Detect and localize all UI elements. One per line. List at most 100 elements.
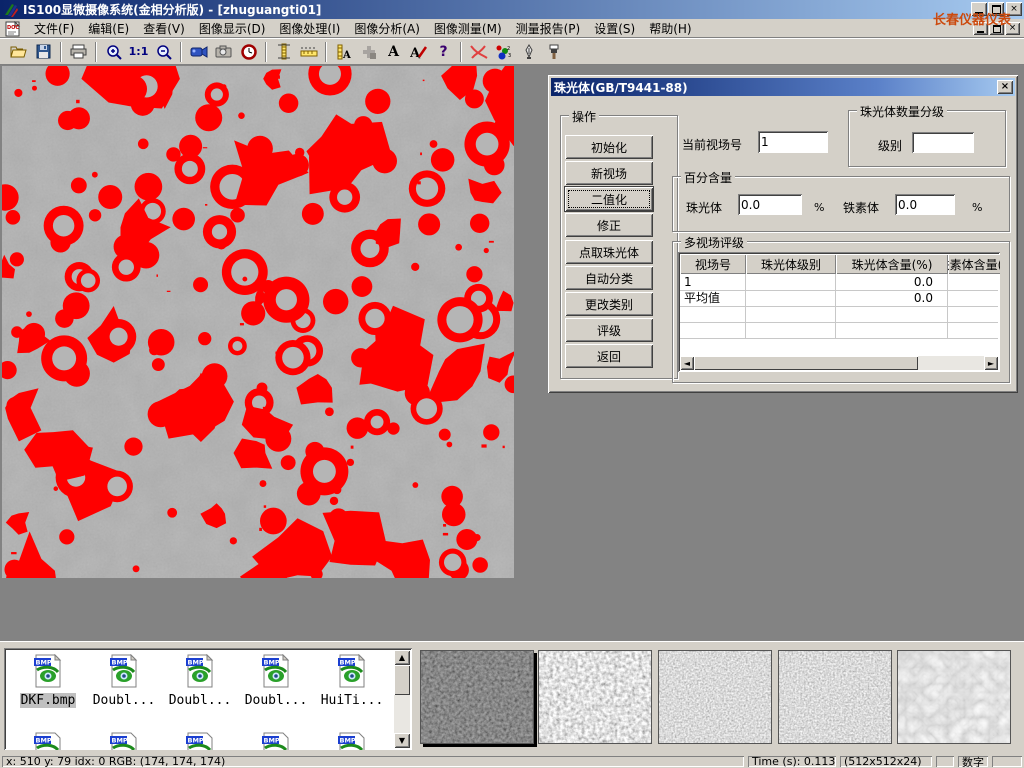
dialog-title: 珠光体(GB/T9441-88) — [554, 79, 688, 96]
open-file-button[interactable] — [6, 41, 31, 63]
scroll-left-arrow-icon[interactable]: ◄ — [680, 356, 694, 370]
file-item-partial[interactable]: BMP — [164, 732, 236, 750]
file-item-partial[interactable]: BMP — [240, 732, 312, 750]
file-list-scrollbar[interactable]: ▲ ▼ — [394, 650, 410, 748]
change-class-button[interactable]: 更改类别 — [565, 292, 653, 316]
pick-pearlite-button[interactable]: 点取珠光体 — [565, 240, 653, 264]
dialog-close-button[interactable]: × — [997, 80, 1013, 94]
rating-table[interactable]: 视场号 珠光体级别 珠光体含量(%) 铁素体含量(%) 1 0.0 平均值 0.… — [678, 252, 1000, 372]
scrollbar-thumb[interactable] — [694, 356, 918, 370]
file-list[interactable]: BMP DKF.bmp BMP Doubl... — [4, 648, 412, 750]
timer-button[interactable] — [236, 41, 261, 63]
thumbnail-5[interactable] — [897, 650, 1011, 744]
zoom-out-button[interactable] — [151, 41, 176, 63]
menu-file[interactable]: 文件(F) — [27, 18, 81, 39]
scroll-right-arrow-icon[interactable]: ► — [984, 356, 998, 370]
mdi-minimize-button[interactable] — [973, 22, 988, 35]
brush-tool-button[interactable] — [541, 41, 566, 63]
curve-tool-button[interactable] — [466, 41, 491, 63]
pen-tool-button[interactable] — [516, 41, 541, 63]
scroll-down-arrow-icon[interactable]: ▼ — [394, 733, 410, 748]
thumbnail-4[interactable] — [778, 650, 892, 744]
file-item[interactable]: BMP HuiTi... — [316, 654, 388, 708]
binarize-button[interactable]: 二值化 — [565, 187, 653, 211]
help-button[interactable]: ? — [431, 41, 456, 63]
micrograph-image[interactable] — [2, 66, 514, 578]
table-horizontal-scrollbar[interactable]: ◄ ► — [680, 356, 998, 370]
scrollbar-thumb[interactable] — [394, 665, 410, 695]
file-item-partial[interactable]: BMP — [88, 732, 160, 750]
menu-measure-report[interactable]: 测量报告(P) — [509, 18, 588, 39]
new-field-button[interactable]: 新视场 — [565, 161, 653, 185]
pearlite-percent-input[interactable] — [738, 194, 802, 215]
scroll-up-arrow-icon[interactable]: ▲ — [394, 650, 410, 665]
menu-bar: DOC 文件(F) 编辑(E) 查看(V) 图像显示(D) 图像处理(I) 图像… — [0, 19, 1024, 38]
menu-help[interactable]: 帮助(H) — [642, 18, 698, 39]
correct-button[interactable]: 修正 — [565, 213, 653, 237]
minimize-button[interactable] — [971, 2, 987, 16]
col-pearlite-level[interactable]: 珠光体级别 — [746, 254, 836, 274]
level-label: 级别 — [878, 137, 902, 154]
text-edit-button[interactable]: A — [406, 41, 431, 63]
zoom-in-button[interactable] — [101, 41, 126, 63]
auto-classify-button[interactable]: 自动分类 — [565, 266, 653, 290]
print-button[interactable] — [66, 41, 91, 63]
file-item[interactable]: BMP Doubl... — [88, 654, 160, 708]
file-name[interactable]: Doubl... — [168, 693, 233, 708]
file-name[interactable]: Doubl... — [92, 693, 157, 708]
file-item-partial[interactable]: BMP — [12, 732, 84, 750]
thumbnail-1[interactable] — [420, 650, 534, 744]
table-row[interactable]: 1 0.0 — [680, 274, 998, 291]
caliper-measure-button[interactable] — [271, 41, 296, 63]
file-item[interactable]: BMP DKF.bmp — [12, 654, 84, 708]
one-to-one-label: 1:1 — [129, 45, 149, 58]
file-item-partial[interactable]: BMP — [316, 732, 388, 750]
document-system-icon[interactable]: DOC — [5, 21, 23, 37]
current-field-input[interactable] — [758, 131, 828, 153]
file-name[interactable]: HuiTi... — [320, 693, 385, 708]
file-item[interactable]: BMP Doubl... — [164, 654, 236, 708]
thumbnail-3[interactable] — [658, 650, 772, 744]
zoom-1to1-button[interactable]: 1:1 — [126, 41, 151, 63]
menu-image-display[interactable]: 图像显示(D) — [192, 18, 273, 39]
ferrite-label: 铁素体 — [843, 199, 879, 216]
pearlite-label: 珠光体 — [686, 199, 722, 216]
toolbar-separator — [60, 42, 62, 62]
annotate-measure-button[interactable]: A — [331, 41, 356, 63]
save-button[interactable] — [31, 41, 56, 63]
phase-classify-button[interactable]: 2 3 — [491, 41, 516, 63]
menu-image-processing[interactable]: 图像处理(I) — [272, 18, 347, 39]
video-capture-button[interactable] — [186, 41, 211, 63]
menu-image-measure[interactable]: 图像测量(M) — [427, 18, 509, 39]
mdi-close-button[interactable]: × — [1005, 22, 1020, 35]
init-button[interactable]: 初始化 — [565, 135, 653, 159]
menu-image-analysis[interactable]: 图像分析(A) — [347, 18, 427, 39]
cell-ferrite-pct — [948, 290, 1000, 306]
dialog-title-bar[interactable]: 珠光体(GB/T9441-88) × — [551, 78, 1015, 96]
table-row[interactable]: 平均值 0.0 — [680, 290, 998, 307]
menu-edit[interactable]: 编辑(E) — [81, 18, 136, 39]
thumbnail-2[interactable] — [538, 650, 652, 744]
file-item[interactable]: BMP Doubl... — [240, 654, 312, 708]
mdi-restore-button[interactable] — [989, 22, 1004, 35]
menu-settings[interactable]: 设置(S) — [587, 18, 642, 39]
text-label-button[interactable]: A — [381, 41, 406, 63]
file-name[interactable]: Doubl... — [244, 693, 309, 708]
menu-view[interactable]: 查看(V) — [136, 18, 192, 39]
video-camera-icon — [190, 46, 208, 58]
cell-pearlite-pct: 0.0 — [836, 290, 948, 306]
level-input[interactable] — [912, 132, 974, 153]
photo-capture-button[interactable] — [211, 41, 236, 63]
rate-button[interactable]: 评级 — [565, 318, 653, 342]
ferrite-percent-input[interactable] — [895, 194, 955, 215]
return-button[interactable]: 返回 — [565, 344, 653, 368]
col-field-no[interactable]: 视场号 — [680, 254, 746, 274]
ruler-measure-button[interactable] — [296, 41, 321, 63]
app-logo-icon — [3, 2, 19, 18]
restore-button[interactable] — [988, 2, 1004, 16]
grid-overlay-button[interactable] — [356, 41, 381, 63]
file-name[interactable]: DKF.bmp — [20, 693, 77, 708]
col-ferrite-pct[interactable]: 铁素体含量(%) — [948, 254, 1000, 274]
close-button[interactable]: × — [1006, 2, 1022, 16]
col-pearlite-pct[interactable]: 珠光体含量(%) — [836, 254, 948, 274]
